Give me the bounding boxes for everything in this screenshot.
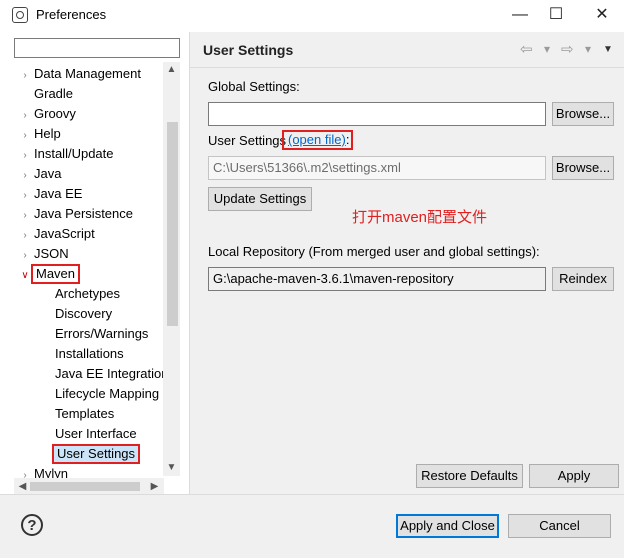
tree-item-label: Templates xyxy=(55,406,115,421)
tree-item-lifecycle-mapping[interactable]: Lifecycle Mapping xyxy=(55,384,159,404)
tree-item-maven[interactable]: ∨ Maven xyxy=(20,264,81,286)
back-dropdown-icon[interactable]: ▾ xyxy=(544,42,550,56)
minimize-button[interactable]: — xyxy=(506,4,534,26)
tree-item-label: Data Management xyxy=(34,66,141,81)
user-settings-field[interactable]: C:\Users\51366\.m2\settings.xml xyxy=(208,156,546,180)
user-settings-label: User Settings xyxy=(208,133,286,148)
tree-item-discovery[interactable]: Discovery xyxy=(55,304,112,324)
tree-item-label: Install/Update xyxy=(34,146,114,161)
chevron-right-icon[interactable]: › xyxy=(20,206,30,226)
tree-item-label: Java xyxy=(34,166,62,181)
scroll-left-arrow-icon[interactable]: ◀ xyxy=(14,481,31,492)
tree-item-label: JSON xyxy=(34,246,69,261)
local-repository-field[interactable]: G:\apache-maven-3.6.1\maven-repository xyxy=(208,267,546,291)
tree-item-label: Discovery xyxy=(55,306,113,321)
forward-arrow-icon[interactable]: ⇨ xyxy=(561,40,574,58)
tree-item-user-settings[interactable]: User Settings xyxy=(52,444,141,464)
chevron-right-icon[interactable]: › xyxy=(20,226,30,246)
tree-item-gradle[interactable]: Gradle xyxy=(20,84,73,104)
chevron-down-icon[interactable]: ∨ xyxy=(20,266,30,286)
tree-scroll-thumb[interactable] xyxy=(167,122,178,326)
chevron-right-icon[interactable]: › xyxy=(20,106,30,126)
chevron-right-icon[interactable]: › xyxy=(20,186,30,206)
tree-item-install-update[interactable]: › Install/Update xyxy=(20,144,114,166)
user-browse-button[interactable]: Browse... xyxy=(552,156,614,180)
global-settings-field[interactable] xyxy=(208,102,546,126)
tree-item-label: Errors/Warnings xyxy=(55,326,149,341)
tree-item-archetypes[interactable]: Archetypes xyxy=(55,284,120,304)
tree-item-label: JavaScript xyxy=(34,226,95,241)
user-settings-colon: : xyxy=(345,132,350,147)
tree-item-label: User Settings xyxy=(52,444,141,464)
annotation-text: 打开maven配置文件 xyxy=(352,209,488,226)
page-title: User Settings xyxy=(203,42,294,58)
back-arrow-icon[interactable]: ⇦ xyxy=(520,40,533,58)
tree-item-label: Help xyxy=(34,126,61,141)
update-settings-button[interactable]: Update Settings xyxy=(208,187,312,211)
tree-item-label: Lifecycle Mapping xyxy=(55,386,160,401)
scroll-up-arrow-icon[interactable]: ▲ xyxy=(163,64,180,75)
tree-item-label: Installations xyxy=(55,346,124,361)
view-menu-icon[interactable]: ▼ xyxy=(603,44,613,55)
tree-item-label: Gradle xyxy=(34,86,74,101)
tree-item-label: Java EE xyxy=(34,186,83,201)
chevron-right-icon[interactable]: › xyxy=(20,166,30,186)
reindex-button[interactable]: Reindex xyxy=(552,267,614,291)
tree-item-java-persistence[interactable]: › Java Persistence xyxy=(20,204,133,224)
chevron-right-icon[interactable]: › xyxy=(20,246,30,266)
open-file-link[interactable]: (open file) xyxy=(288,132,346,147)
tree-item-label: Maven xyxy=(31,264,81,284)
tree-item-groovy[interactable]: › Groovy xyxy=(20,104,76,124)
help-icon[interactable]: ? xyxy=(21,514,43,536)
tree-hscroll-thumb[interactable] xyxy=(30,482,140,491)
cancel-button[interactable]: Cancel xyxy=(508,514,611,538)
tree-item-java[interactable]: › Java xyxy=(20,164,61,184)
preferences-tree: › Data Management Gradle › Groovy › Help › Insta… xyxy=(14,62,182,482)
tree-item-javascript[interactable]: › JavaScript xyxy=(20,224,95,246)
window-title: Preferences xyxy=(36,7,107,22)
eclipse-app-icon xyxy=(12,7,28,23)
tree-item-help[interactable]: › Help xyxy=(20,124,61,146)
scroll-down-arrow-icon[interactable]: ▼ xyxy=(163,462,180,473)
tree-item-label: Groovy xyxy=(34,106,76,121)
tree-item-label: Archetypes xyxy=(55,286,121,301)
scroll-right-arrow-icon[interactable]: ▶ xyxy=(146,481,163,492)
local-repository-label: Local Repository (From merged user and g… xyxy=(208,244,540,259)
open-file-highlight: (open file): xyxy=(282,130,354,150)
apply-and-close-button[interactable]: Apply and Close xyxy=(396,514,499,538)
tree-item-user-interface[interactable]: User Interface xyxy=(55,424,137,444)
user-settings-label-text: User Settings xyxy=(208,133,287,148)
chevron-right-icon[interactable]: › xyxy=(20,146,30,166)
tree-item-templates[interactable]: Templates xyxy=(55,404,114,424)
tree-item-java-ee[interactable]: › Java EE xyxy=(20,184,82,204)
close-button[interactable]: ✕ xyxy=(588,4,616,26)
global-settings-label: Global Settings: xyxy=(208,79,300,94)
forward-dropdown-icon[interactable]: ▾ xyxy=(585,42,591,56)
tree-item-data-management[interactable]: › Data Management xyxy=(20,64,141,84)
global-browse-button[interactable]: Browse... xyxy=(552,102,614,126)
restore-defaults-button[interactable]: Restore Defaults xyxy=(416,464,523,488)
filter-input[interactable] xyxy=(14,38,180,58)
tree-item-label: Java EE Integration xyxy=(55,366,169,381)
tree-item-label: User Interface xyxy=(55,426,137,441)
tree-item-java-ee-integration[interactable]: Java EE Integration xyxy=(55,364,168,384)
tree-item-installations[interactable]: Installations xyxy=(55,344,124,364)
tree-item-json[interactable]: › JSON xyxy=(20,244,69,266)
tree-item-errors-warnings[interactable]: Errors/Warnings xyxy=(55,324,148,344)
maximize-button[interactable]: ☐ xyxy=(542,4,570,26)
chevron-right-icon[interactable]: › xyxy=(20,126,30,146)
chevron-right-icon[interactable]: › xyxy=(20,66,30,86)
tree-item-label: Java Persistence xyxy=(34,206,133,221)
apply-button[interactable]: Apply xyxy=(529,464,619,488)
